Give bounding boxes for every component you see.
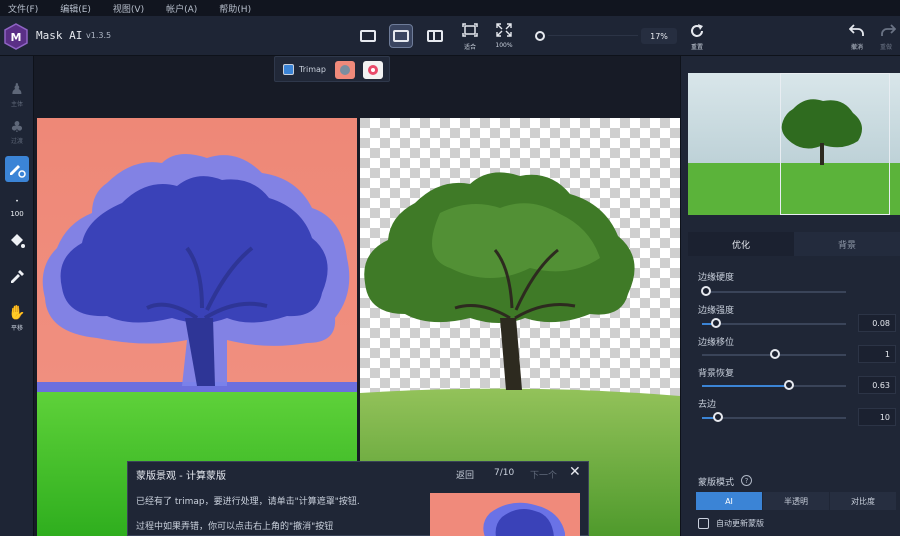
eyedropper-tool[interactable] <box>5 264 29 290</box>
fit-label: 适合 <box>463 44 476 51</box>
full-size-button[interactable] <box>492 20 516 40</box>
eyedropper-icon <box>11 270 24 283</box>
tab-optimize[interactable]: 优化 <box>688 232 794 256</box>
pan-tool-label: 平移 <box>10 325 23 332</box>
defringe-handle[interactable] <box>713 412 723 422</box>
full-size-label: 100% <box>495 42 513 49</box>
edge-hardness-label: 边缘硬度 <box>698 273 735 283</box>
zoom-slider-track[interactable] <box>548 35 638 36</box>
defringe-value[interactable]: 10 <box>858 408 896 426</box>
help-icon[interactable]: ? <box>741 475 752 486</box>
toolbar: M Mask AI v1.3.5 适合 100% 17% 重置 撤消 重做 <box>0 16 900 56</box>
reset-icon <box>691 24 703 37</box>
view-single-button[interactable] <box>356 24 380 48</box>
trimap-toolbar: Trimap <box>274 56 390 82</box>
guide-text-line-2: 过程中如果弄错，你可以点击右上角的"撤消"按钮 <box>136 522 334 532</box>
guide-thumbnail <box>430 493 580 536</box>
transition-tool-label: 过渡 <box>10 138 23 145</box>
reset-button[interactable] <box>685 20 709 42</box>
defringe-label: 去边 <box>698 400 717 410</box>
menu-bar: 文件(F) 编辑(E) 视图(V) 帐户(A) 帮助(H) <box>0 0 900 16</box>
trimap-checkbox[interactable] <box>283 64 294 75</box>
guide-text-line-1: 已经有了 trimap，要进行处理，请单击"计算遮罩"按钮. <box>136 497 360 507</box>
undo-button[interactable] <box>845 20 869 40</box>
background-restore-handle[interactable] <box>784 380 794 390</box>
undo-label: 撤消 <box>850 44 863 51</box>
navigator-viewport-frame[interactable] <box>780 73 890 215</box>
tree-icon: ♣ <box>10 118 24 136</box>
split-view-icon <box>427 30 443 42</box>
trimap-color-swatch[interactable] <box>335 61 355 79</box>
subject-tool-label: 主体 <box>10 101 23 108</box>
brush-size-dot: • <box>15 198 19 205</box>
fit-button[interactable] <box>458 20 482 40</box>
background-restore-value[interactable]: 0.63 <box>858 376 896 394</box>
guide-title: 蒙版景观 - 计算蒙版 <box>136 471 226 482</box>
brush-tool[interactable] <box>5 156 29 182</box>
redo-button[interactable] <box>878 20 898 40</box>
edge-strength-track[interactable] <box>702 323 846 325</box>
trimap-label: Trimap <box>299 65 326 74</box>
guide-back-button[interactable]: 返回 <box>456 468 474 481</box>
edge-shift-value[interactable]: 1 <box>858 345 896 363</box>
trimap-overlay-swatch[interactable] <box>363 61 383 79</box>
guide-next-button[interactable]: 下一个 <box>530 468 557 481</box>
auto-update-checkbox[interactable] <box>698 518 709 529</box>
side-view-icon <box>393 30 409 42</box>
person-icon: ♟ <box>10 80 24 98</box>
reset-label: 重置 <box>690 44 703 51</box>
target-icon <box>368 65 378 75</box>
view-split-button[interactable] <box>423 24 447 48</box>
guide-page-indicator: 7/10 <box>494 468 515 478</box>
expand-icon <box>496 23 512 37</box>
menu-file[interactable]: 文件(F) <box>8 2 38 15</box>
app-title: Mask AI <box>36 29 83 42</box>
menu-account[interactable]: 帐户(A) <box>166 2 197 15</box>
undo-icon <box>849 24 864 36</box>
tab-background[interactable]: 背景 <box>794 232 900 256</box>
svg-text:M: M <box>11 31 22 44</box>
mode-translucent-button[interactable]: 半透明 <box>763 492 829 510</box>
edge-shift-label: 边缘移位 <box>698 338 735 348</box>
edge-hardness-handle[interactable] <box>701 286 711 296</box>
background-restore-fill <box>702 385 790 387</box>
zoom-slider-handle[interactable] <box>535 31 545 41</box>
auto-update-label: 自动更新蒙版 <box>716 519 764 528</box>
mode-contrast-button[interactable]: 对比度 <box>830 492 896 510</box>
leaf-icon <box>340 65 350 75</box>
brush-gear-icon <box>10 165 26 178</box>
guide-dialog: 蒙版景观 - 计算蒙版 返回 7/10 下一个 ✕ 已经有了 trimap，要进… <box>127 461 589 536</box>
menu-edit[interactable]: 编辑(E) <box>60 2 91 15</box>
panel-tabs: 优化 背景 <box>688 232 900 256</box>
left-tool-strip: ♟ 主体 ♣ 过渡 • 100 ✋ 平移 <box>0 56 34 536</box>
app-logo-icon: M <box>4 23 28 50</box>
edge-shift-handle[interactable] <box>770 349 780 359</box>
app-version: v1.3.5 <box>86 31 112 40</box>
hand-icon: ✋ <box>8 305 26 321</box>
view-side-button[interactable] <box>389 24 413 48</box>
brush-size-value[interactable]: 100 <box>0 210 34 218</box>
edge-strength-handle[interactable] <box>711 318 721 328</box>
edge-strength-label: 边缘强度 <box>698 306 735 316</box>
zoom-value[interactable]: 17% <box>641 28 677 44</box>
menu-view[interactable]: 视图(V) <box>113 2 144 15</box>
fit-icon <box>462 23 478 37</box>
guide-thumbnail-image <box>483 502 565 536</box>
mode-ai-button[interactable]: AI <box>696 492 762 510</box>
menu-help[interactable]: 帮助(H) <box>219 2 251 15</box>
close-icon[interactable]: ✕ <box>569 464 581 480</box>
paint-bucket-icon <box>11 234 25 248</box>
redo-label: 重做 <box>879 44 892 51</box>
background-restore-label: 背景恢复 <box>698 369 735 379</box>
redo-icon <box>881 24 896 36</box>
defringe-track[interactable] <box>702 417 846 419</box>
fill-tool[interactable] <box>5 228 29 254</box>
single-view-icon <box>360 30 376 42</box>
mask-mode-title: 蒙版模式 <box>698 478 735 488</box>
edge-hardness-track[interactable] <box>702 291 846 293</box>
edge-strength-value[interactable]: 0.08 <box>858 314 896 332</box>
